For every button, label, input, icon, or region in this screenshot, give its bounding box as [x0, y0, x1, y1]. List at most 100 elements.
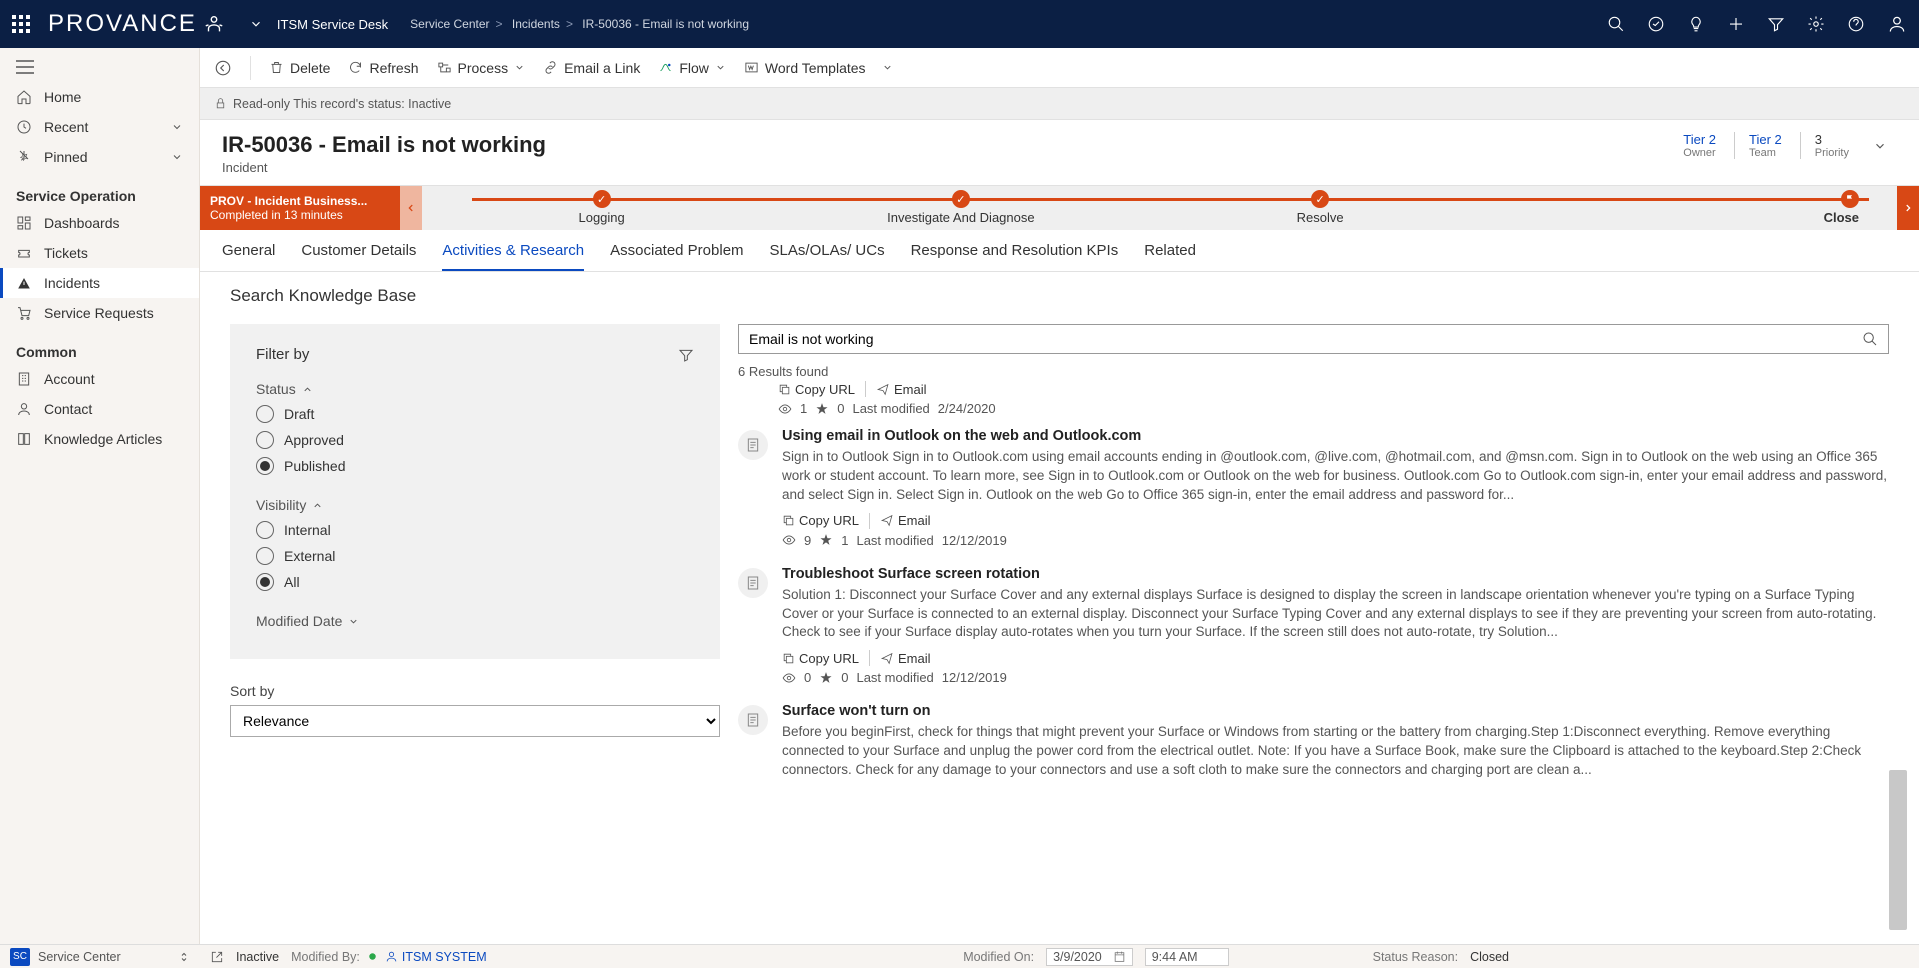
breadcrumb: Service Center> Incidents> IR-50036 - Em… — [410, 17, 749, 31]
filter-icon[interactable] — [678, 347, 694, 363]
email-link-button[interactable]: Email a Link — [543, 60, 640, 76]
filter-icon[interactable] — [1767, 15, 1785, 33]
nav-incidents[interactable]: Incidents — [0, 268, 199, 298]
scrollbar[interactable] — [1899, 530, 1907, 944]
filter-visibility-label[interactable]: Visibility — [256, 497, 694, 513]
nav-section-common: Common — [0, 328, 199, 364]
result-snippet: Solution 1: Disconnect your Surface Cove… — [782, 586, 1889, 643]
kb-search-input[interactable] — [749, 331, 1862, 347]
stage-investigate[interactable]: ✓Investigate And Diagnose — [781, 186, 1140, 230]
email-button[interactable]: Email — [876, 382, 927, 397]
email-button[interactable]: Email — [880, 513, 931, 528]
visibility-internal[interactable]: Internal — [256, 521, 694, 539]
desk-label[interactable]: ITSM Service Desk — [277, 17, 388, 32]
back-icon[interactable] — [214, 59, 232, 77]
link-icon — [543, 60, 558, 75]
nav-dashboards[interactable]: Dashboards — [0, 208, 199, 238]
copy-url-button[interactable]: Copy URL — [782, 651, 859, 666]
modified-on-time[interactable]: 9:44 AM — [1145, 948, 1229, 966]
process-button[interactable]: Process — [437, 60, 526, 76]
email-button[interactable]: Email — [880, 651, 931, 666]
status-approved[interactable]: Approved — [256, 431, 694, 449]
status-published[interactable]: Published — [256, 457, 694, 475]
gear-icon[interactable] — [1807, 15, 1825, 33]
word-templates-button[interactable]: Word Templates — [744, 60, 893, 76]
plus-icon[interactable] — [1727, 15, 1745, 33]
meta-owner[interactable]: Tier 2Owner — [1683, 132, 1716, 159]
nav-service-requests[interactable]: Service Requests — [0, 298, 199, 328]
tab-related[interactable]: Related — [1144, 242, 1196, 271]
tab-general[interactable]: General — [222, 242, 275, 271]
kb-result[interactable]: Troubleshoot Surface screen rotation Sol… — [738, 566, 1889, 698]
chevron-down-icon[interactable] — [1873, 139, 1887, 153]
status-draft[interactable]: Draft — [256, 405, 694, 423]
filter-title: Filter by — [256, 346, 309, 363]
nav-home[interactable]: Home — [0, 82, 199, 112]
search-icon[interactable] — [1862, 331, 1878, 347]
cart-icon — [16, 305, 32, 321]
person-icon — [16, 401, 32, 417]
sort-select[interactable]: Relevance — [230, 705, 720, 737]
chevron-down-icon[interactable] — [249, 17, 263, 31]
tab-associated-problem[interactable]: Associated Problem — [610, 242, 743, 271]
process-icon — [437, 60, 452, 75]
result-actions: Copy URL Email — [782, 650, 1889, 666]
flow-prev-button[interactable] — [400, 186, 422, 230]
status-reason-value: Closed — [1470, 950, 1509, 964]
alert-icon — [16, 275, 32, 291]
target-icon[interactable] — [1647, 15, 1665, 33]
kb-result[interactable]: Using email in Outlook on the web and Ou… — [738, 428, 1889, 560]
user-icon[interactable] — [1887, 14, 1907, 34]
help-icon[interactable] — [1847, 15, 1865, 33]
kb-search-box[interactable] — [738, 324, 1889, 354]
bulb-icon[interactable] — [1687, 15, 1705, 33]
tab-slas[interactable]: SLAs/OLAs/ UCs — [770, 242, 885, 271]
status-bar: SC Service Center Inactive Modified By: … — [0, 944, 1919, 968]
search-icon[interactable] — [1607, 15, 1625, 33]
nav-recent[interactable]: Recent — [0, 112, 199, 142]
nav-account[interactable]: Account — [0, 364, 199, 394]
kb-result[interactable]: Surface won't turn on Before you beginFi… — [738, 703, 1889, 780]
popout-icon[interactable] — [210, 950, 224, 964]
nav-tickets[interactable]: Tickets — [0, 238, 199, 268]
nav-knowledge[interactable]: Knowledge Articles — [0, 424, 199, 454]
visibility-external[interactable]: External — [256, 547, 694, 565]
copy-url-button[interactable]: Copy URL — [782, 513, 859, 528]
ticket-icon — [16, 245, 32, 261]
kb-section-title: Search Knowledge Base — [230, 286, 1889, 306]
hamburger-icon[interactable] — [0, 56, 199, 82]
tab-activities-research[interactable]: Activities & Research — [442, 242, 584, 271]
result-meta-top: 1 0 Last modified2/24/2020 — [778, 401, 1889, 416]
breadcrumb-item[interactable]: Incidents — [512, 17, 560, 31]
breadcrumb-item[interactable]: Service Center — [410, 17, 489, 31]
tab-response-kpis[interactable]: Response and Resolution KPIs — [911, 242, 1119, 271]
dashboard-icon — [16, 215, 32, 231]
nav-contact[interactable]: Contact — [0, 394, 199, 424]
modified-by-link[interactable]: ITSM SYSTEM — [385, 950, 487, 964]
delete-button[interactable]: Delete — [269, 60, 330, 76]
filter-modified-label[interactable]: Modified Date — [256, 613, 694, 629]
filter-status-label[interactable]: Status — [256, 381, 694, 397]
process-name[interactable]: PROV - Incident Business... Completed in… — [200, 186, 400, 230]
stage-resolve[interactable]: ✓Resolve — [1141, 186, 1500, 230]
nav-pinned[interactable]: Pinned — [0, 142, 199, 172]
stage-close[interactable]: Close — [1500, 186, 1919, 230]
form-tabs: General Customer Details Activities & Re… — [200, 230, 1919, 272]
modified-on-date[interactable]: 3/9/2020 — [1046, 948, 1133, 966]
meta-priority[interactable]: 3Priority — [1800, 132, 1849, 159]
visibility-all[interactable]: All — [256, 573, 694, 591]
area-switcher[interactable]: SC Service Center — [0, 948, 200, 966]
eye-icon — [782, 533, 796, 547]
meta-team[interactable]: Tier 2Team — [1734, 132, 1782, 159]
copy-url-button[interactable]: Copy URL — [778, 382, 855, 397]
article-icon — [738, 568, 768, 598]
tab-customer-details[interactable]: Customer Details — [301, 242, 416, 271]
results-column: 6 Results found Copy URL Email 1 0 Last … — [738, 324, 1889, 784]
app-launcher-icon[interactable] — [12, 15, 30, 33]
breadcrumb-item[interactable]: IR-50036 - Email is not working — [582, 17, 749, 31]
refresh-button[interactable]: Refresh — [348, 60, 418, 76]
scroll-thumb[interactable] — [1889, 770, 1907, 930]
flow-button[interactable]: Flow — [658, 60, 726, 76]
stage-logging[interactable]: ✓Logging — [422, 186, 781, 230]
chevron-down-icon — [715, 62, 726, 73]
